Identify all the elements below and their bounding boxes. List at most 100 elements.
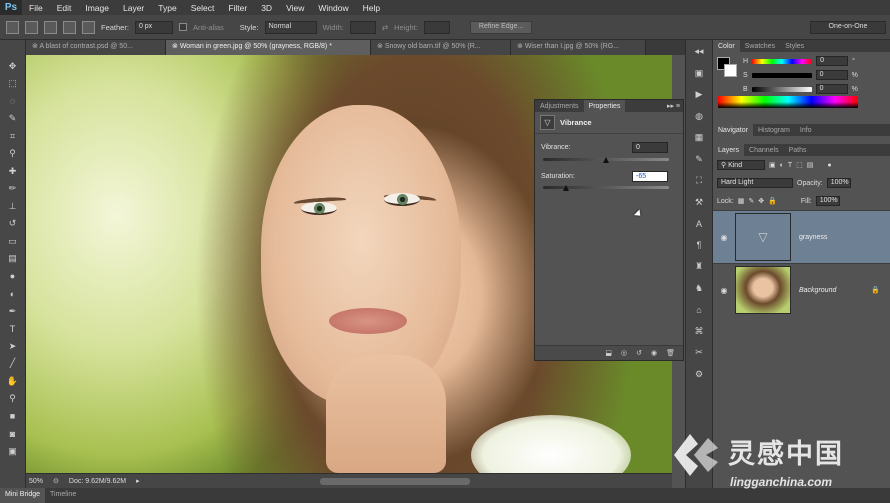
lock-transparent-icon[interactable]: ▦ bbox=[738, 197, 745, 205]
layer-filter-select[interactable]: ⚲ Kind bbox=[717, 160, 765, 170]
refine-edge-button[interactable]: Refine Edge... bbox=[469, 20, 533, 34]
brush-tool-icon[interactable]: ✏ bbox=[6, 183, 20, 195]
vibrance-input[interactable]: 0 bbox=[632, 142, 668, 153]
add-to-selection-icon[interactable] bbox=[44, 20, 57, 34]
trash-icon[interactable]: 🗑 bbox=[666, 349, 675, 357]
lock-position-icon[interactable]: ✥ bbox=[758, 197, 764, 205]
tab-snowy-old-barn[interactable]: ⊗ Snowy old barn.tif @ 50% (R... bbox=[371, 40, 511, 55]
tab-paths[interactable]: Paths bbox=[784, 144, 812, 156]
menu-help[interactable]: Help bbox=[356, 3, 387, 13]
color-swatches-icon[interactable]: ■ bbox=[6, 410, 20, 422]
lasso-tool-icon[interactable]: ◌ bbox=[6, 95, 20, 107]
doc-info-icon[interactable]: ⊙ bbox=[53, 477, 59, 485]
hue-slider[interactable] bbox=[752, 58, 813, 64]
expand-panels-icon[interactable]: ◂◂ bbox=[692, 45, 706, 58]
color-spectrum[interactable] bbox=[718, 96, 858, 108]
lock-all-icon[interactable]: 🔒 bbox=[768, 197, 777, 205]
dodge-tool-icon[interactable]: ◐ bbox=[6, 288, 20, 300]
height-input[interactable] bbox=[423, 20, 450, 34]
clone-stamp-tool-icon[interactable]: ⊥ bbox=[6, 200, 20, 212]
path-selection-tool-icon[interactable]: ➤ bbox=[6, 340, 20, 352]
history-icon[interactable]: ▣ bbox=[692, 67, 706, 80]
lock-image-icon[interactable]: ✎ bbox=[748, 197, 754, 205]
eyedropper-tool-icon[interactable]: ⚲ bbox=[6, 148, 20, 160]
reset-icon[interactable]: ↺ bbox=[636, 349, 642, 357]
tab-properties[interactable]: Properties bbox=[583, 100, 626, 112]
saturation-color-slider[interactable] bbox=[751, 72, 812, 78]
quick-mask-icon[interactable]: ◙ bbox=[6, 428, 20, 440]
filter-smart-icon[interactable]: ▤ bbox=[807, 161, 814, 169]
measurement-icon[interactable]: ⚙ bbox=[692, 368, 706, 381]
notes-icon[interactable]: ⌂ bbox=[692, 303, 706, 316]
move-tool-icon[interactable]: ✥ bbox=[6, 60, 20, 72]
visibility-icon[interactable]: ◉ bbox=[651, 349, 657, 357]
menu-image[interactable]: Image bbox=[78, 3, 116, 13]
history-brush-tool-icon[interactable]: ↺ bbox=[6, 218, 20, 230]
vibrance-slider-thumb[interactable] bbox=[603, 157, 609, 163]
menu-view[interactable]: View bbox=[279, 3, 311, 13]
info-icon[interactable]: ▦ bbox=[692, 131, 706, 144]
clone-source-icon[interactable]: ⛶ bbox=[692, 174, 706, 187]
tab-timeline[interactable]: Timeline bbox=[45, 488, 81, 503]
filter-shape-icon[interactable]: ⬚ bbox=[796, 161, 803, 169]
antialias-checkbox[interactable] bbox=[178, 23, 187, 31]
line-tool-icon[interactable]: ╱ bbox=[6, 358, 20, 370]
pen-tool-icon[interactable]: ✒ bbox=[6, 305, 20, 317]
3d-icon[interactable]: ✂ bbox=[692, 346, 706, 359]
crop-tool-icon[interactable]: ⌗ bbox=[6, 130, 20, 142]
menu-3d[interactable]: 3D bbox=[254, 3, 279, 13]
style-select[interactable]: Normal bbox=[264, 20, 317, 34]
type-tool-icon[interactable]: T bbox=[6, 323, 20, 335]
menu-file[interactable]: File bbox=[22, 3, 50, 13]
menu-edit[interactable]: Edit bbox=[50, 3, 79, 13]
tab-layers[interactable]: Layers bbox=[713, 144, 745, 156]
layer-row-background[interactable]: ◉ Background 🔒 bbox=[713, 263, 890, 316]
background-color-swatch[interactable] bbox=[724, 64, 737, 77]
tab-styles[interactable]: Styles bbox=[780, 40, 809, 52]
panel-collapse-icon[interactable]: ▸▸ ≡ bbox=[667, 102, 683, 110]
tab-info[interactable]: Info bbox=[795, 124, 817, 136]
feather-input[interactable]: 0 px bbox=[134, 20, 173, 34]
glyphs-icon[interactable]: ♜ bbox=[692, 260, 706, 273]
zoom-level[interactable]: 50% bbox=[29, 478, 43, 485]
menu-select[interactable]: Select bbox=[184, 3, 222, 13]
horizontal-scrollbar[interactable] bbox=[319, 477, 470, 485]
paragraph-icon[interactable]: ¶ bbox=[692, 239, 706, 252]
healing-brush-tool-icon[interactable]: ✚ bbox=[6, 165, 20, 177]
brush-presets-icon[interactable]: ✎ bbox=[692, 153, 706, 166]
tool-presets-icon[interactable]: ⚒ bbox=[692, 196, 706, 209]
quick-select-tool-icon[interactable]: ✎ bbox=[6, 113, 20, 125]
marquee-tool-icon[interactable]: ⬚ bbox=[6, 78, 20, 90]
tab-mini-bridge[interactable]: Mini Bridge bbox=[0, 488, 46, 503]
filter-pixel-icon[interactable]: ▣ bbox=[769, 161, 776, 169]
brightness-input[interactable]: 0 bbox=[815, 84, 848, 94]
blend-mode-select[interactable]: Hard Light bbox=[717, 178, 793, 188]
saturation-color-input[interactable]: 0 bbox=[815, 70, 848, 80]
adjustments-icon[interactable]: ◍ bbox=[692, 110, 706, 123]
saturation-input[interactable]: -65 bbox=[632, 171, 668, 182]
tab-histogram[interactable]: Histogram bbox=[753, 124, 795, 136]
view-previous-icon[interactable]: ◎ bbox=[621, 349, 627, 357]
eraser-tool-icon[interactable]: ▭ bbox=[6, 235, 20, 247]
tab-swatches[interactable]: Swatches bbox=[740, 40, 780, 52]
tab-channels[interactable]: Channels bbox=[744, 144, 784, 156]
layer-row-grayness[interactable]: ◉ ▽ grayness bbox=[713, 210, 890, 263]
menu-layer[interactable]: Layer bbox=[116, 3, 151, 13]
tab-color[interactable]: Color bbox=[713, 40, 740, 52]
screen-mode-icon[interactable]: ▣ bbox=[6, 445, 20, 457]
subtract-selection-icon[interactable] bbox=[63, 20, 76, 34]
clip-to-layer-icon[interactable]: ⬓ bbox=[605, 349, 612, 357]
tab-close-icon[interactable]: ⊗ bbox=[172, 43, 180, 50]
tab-woman-in-green[interactable]: ⊗ Woman in green.jpg @ 50% (grayness, RG… bbox=[166, 40, 371, 55]
width-input[interactable] bbox=[349, 20, 376, 34]
gradient-tool-icon[interactable]: ▤ bbox=[6, 253, 20, 265]
workspace-select[interactable]: One-on-One bbox=[810, 20, 886, 34]
menu-type[interactable]: Type bbox=[151, 3, 183, 13]
tab-wiser-than-i[interactable]: ⊗ Wiser than I.jpg @ 50% (RG... bbox=[511, 40, 646, 55]
swap-icon[interactable]: ⇄ bbox=[382, 23, 388, 32]
styles-icon[interactable]: ♞ bbox=[692, 282, 706, 295]
brightness-slider[interactable] bbox=[751, 86, 812, 92]
filter-adjustment-icon[interactable]: ◐ bbox=[780, 162, 784, 169]
saturation-slider-thumb[interactable] bbox=[562, 185, 569, 191]
menu-filter[interactable]: Filter bbox=[221, 3, 254, 13]
